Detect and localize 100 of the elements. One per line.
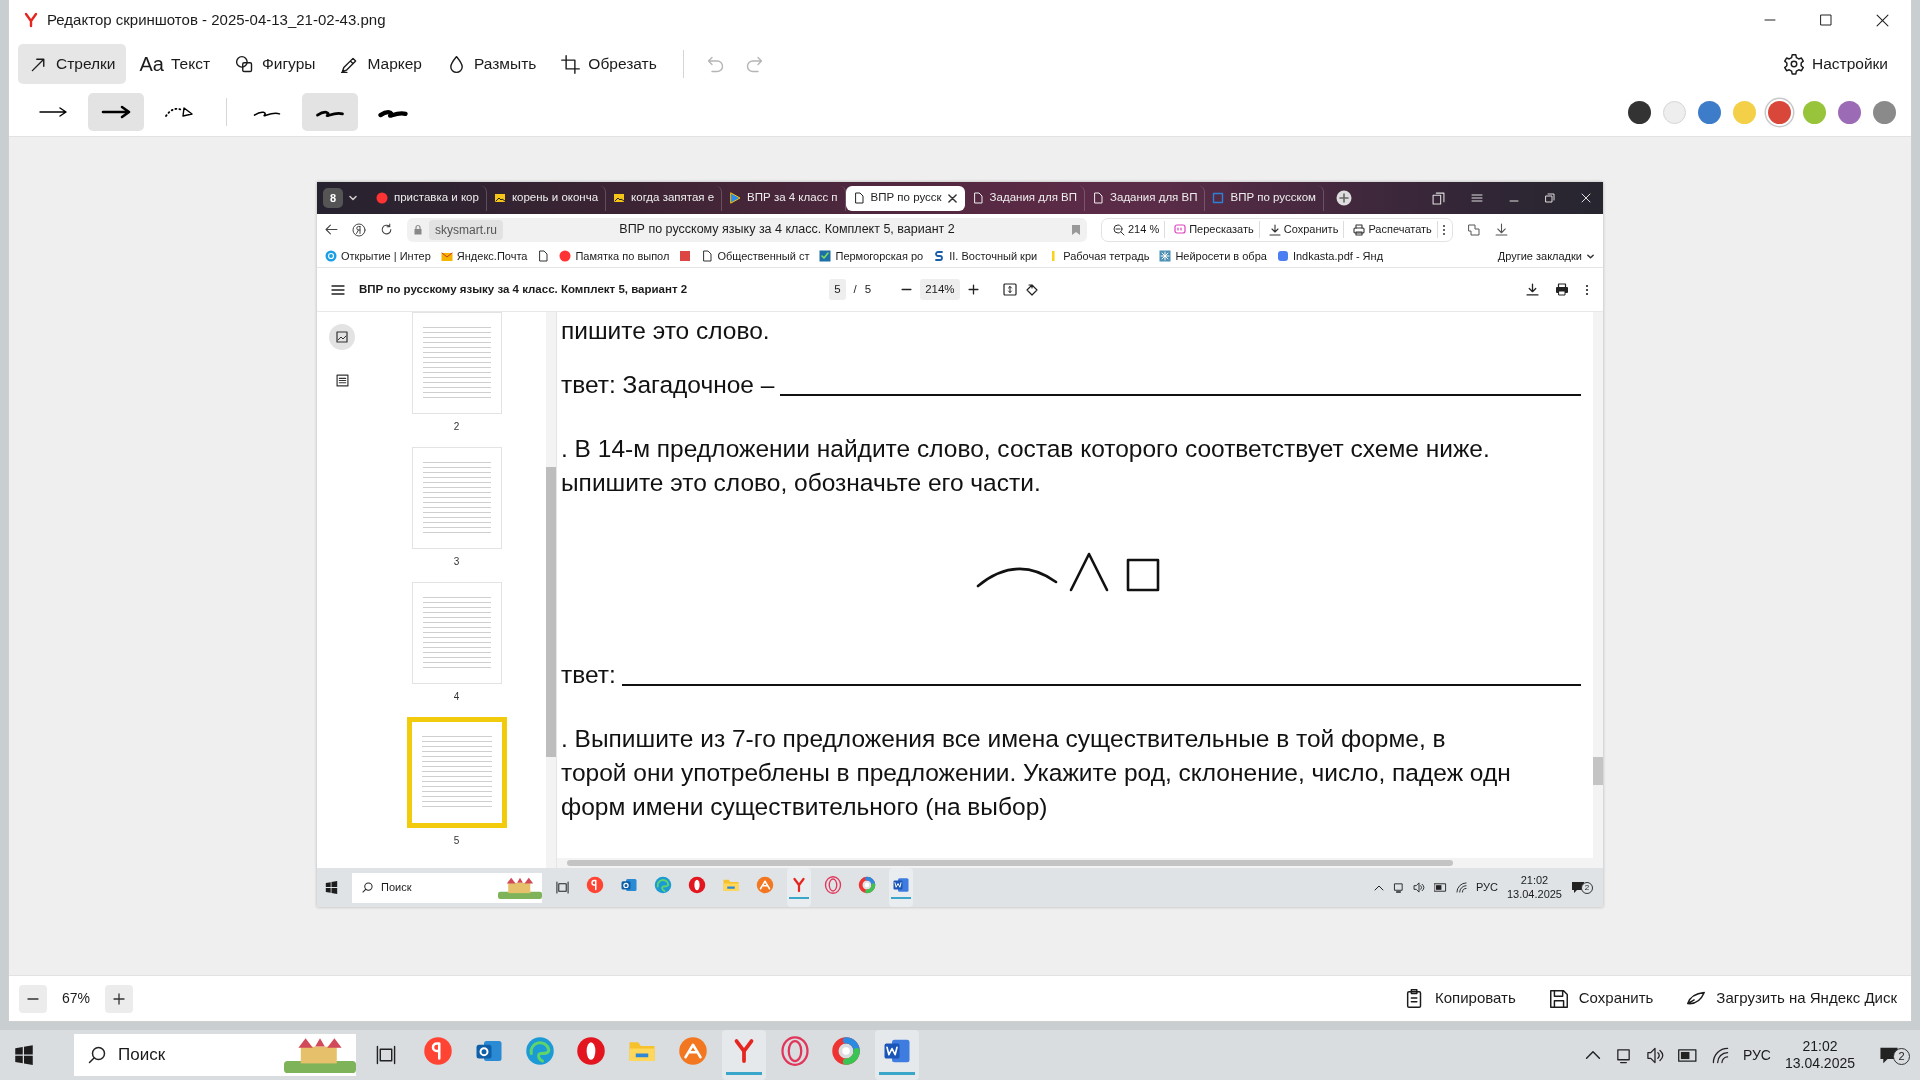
color-swatch[interactable] [1873,100,1896,124]
page-action-button[interactable]: Распечатать [1348,221,1438,238]
ring-app-icon[interactable] [576,1035,606,1066]
browser-tab[interactable]: Задания для ВП [964,185,1086,211]
start-button-icon[interactable] [325,881,338,894]
search-field[interactable]: Поиск [352,872,542,903]
taskbar-button[interactable] [722,1030,766,1080]
color-swatch[interactable] [1663,100,1686,124]
battery-icon[interactable] [1677,1048,1698,1062]
taskbar-button[interactable] [787,868,811,907]
print-icon[interactable] [1555,283,1569,296]
action-button[interactable]: Копировать [1400,983,1520,1014]
ring-app-icon[interactable] [780,1035,810,1066]
download-icon[interactable] [1526,283,1539,296]
page-thumbnail[interactable] [411,581,502,684]
page-thumbnail[interactable] [406,716,507,828]
language-indicator[interactable]: РУС [1742,1044,1771,1066]
bookmark-link[interactable] [537,250,550,262]
color-swatch[interactable] [1628,100,1651,124]
browser-tab[interactable]: ВПР по русском [1205,185,1324,211]
action-button[interactable]: Сохранить [1543,983,1658,1014]
address-field[interactable]: skysmart.ru ВПР по русскому языку за 4 класс. Комплект 5, вариант 2 [407,217,1087,242]
zoom-field[interactable]: 214% [920,278,960,301]
mail-app-icon[interactable] [620,876,638,894]
extension-icon[interactable] [1466,223,1481,236]
search-field[interactable]: Поиск [74,1034,356,1076]
browser-tab[interactable]: ВПР за 4 класс п [722,185,846,211]
page-number-field[interactable]: 5 [829,278,846,301]
wifi-icon[interactable] [1455,882,1467,893]
wifi-icon[interactable] [1711,1046,1729,1064]
volume-icon[interactable] [1645,1046,1664,1064]
bookmark-link[interactable]: Памятка по выпол [559,247,670,265]
bookmark-link[interactable]: Нейросети в обра [1159,247,1267,265]
close-icon[interactable] [1876,13,1889,27]
taskbar-button[interactable] [875,1030,919,1080]
document-app-icon[interactable] [892,876,910,894]
thumbnails-view-button[interactable] [329,324,355,350]
back-icon[interactable] [325,223,338,236]
clock-date[interactable]: 13.04.2025 [1506,887,1562,901]
battery-icon[interactable] [1433,883,1447,892]
collections-icon[interactable] [1432,191,1445,205]
tool-button[interactable]: Маркер [329,44,432,84]
tool-button[interactable]: Стрелки [18,44,126,84]
wheel-app-icon[interactable] [831,1035,861,1066]
rotate-icon[interactable] [1024,282,1039,297]
browser-tab[interactable]: когда запятая е [606,185,723,211]
page-thumbnail[interactable] [411,312,502,414]
network-icon[interactable] [1392,882,1404,893]
arrow-style-button[interactable] [88,93,144,131]
browser-tab[interactable]: приставка и кор [369,185,487,211]
task-view-icon[interactable] [376,1045,396,1065]
zoom-in-icon[interactable] [967,284,979,295]
fit-page-icon[interactable] [1002,283,1017,296]
tool-button[interactable]: Размыть [436,44,547,84]
letter-app-icon[interactable] [586,876,604,894]
page-action-button[interactable]: 214 % [1108,221,1166,238]
menu-icon[interactable] [331,283,345,296]
app-icon[interactable] [756,876,774,894]
clock-time[interactable]: 21:02 [1802,1038,1838,1055]
page-thumbnail[interactable] [411,446,502,549]
bookmark-link[interactable]: Indkasta.pdf - Янд [1276,247,1384,265]
task-view-icon[interactable] [556,881,569,894]
more-icon[interactable] [1441,223,1446,236]
menu-icon[interactable] [1471,192,1483,204]
bookmark-link[interactable]: Пермогорская ро [819,247,924,265]
clock-date[interactable]: 13.04.2025 [1784,1055,1855,1072]
reload-icon[interactable] [380,223,393,236]
browser-logo-icon[interactable] [352,222,366,237]
page-action-button[interactable]: Сохранить [1263,221,1345,238]
app-icon[interactable] [678,1035,708,1066]
zoom-in-button[interactable] [105,984,133,1013]
download-icon[interactable] [1494,223,1508,236]
browser-tab[interactable]: Задания для ВП [1085,185,1206,211]
volume-icon[interactable] [1412,882,1425,893]
bookmark-link[interactable]: Открытие | Интер [325,247,431,265]
bookmark-link[interactable]: II. Восточный кри [933,247,1038,265]
maximize-icon[interactable] [1820,13,1832,26]
new-tab-icon[interactable] [1335,190,1352,206]
browser-tab[interactable]: корень и оконча [486,185,607,211]
network-icon[interactable] [1614,1046,1632,1064]
other-bookmarks-button[interactable]: Другие закладки [1497,247,1595,265]
letter-app-icon[interactable] [423,1035,453,1066]
settings-button[interactable]: Настройки [1773,44,1898,84]
tool-button[interactable]: Обрезать [550,44,667,84]
page-action-button[interactable]: Пересказать [1169,221,1260,238]
start-button-icon[interactable] [14,1045,34,1065]
scrollbar-thumb[interactable] [567,860,1453,866]
color-swatch[interactable] [1733,100,1756,124]
scrollbar-thumb[interactable] [1593,757,1603,785]
bookmark-link[interactable]: Яндекс.Почта [440,247,528,265]
taskbar-button[interactable] [889,868,913,907]
tab-counter[interactable]: 8 [323,188,343,208]
color-swatch[interactable] [1768,100,1791,124]
ring-app-icon[interactable] [688,876,706,894]
bookmark-link[interactable] [679,250,692,262]
zoom-out-button[interactable] [19,984,47,1013]
color-swatch[interactable] [1838,100,1861,124]
color-swatch[interactable] [1698,100,1721,124]
bookmark-link[interactable]: Общественный ст [701,247,810,265]
close-icon[interactable] [947,193,957,203]
